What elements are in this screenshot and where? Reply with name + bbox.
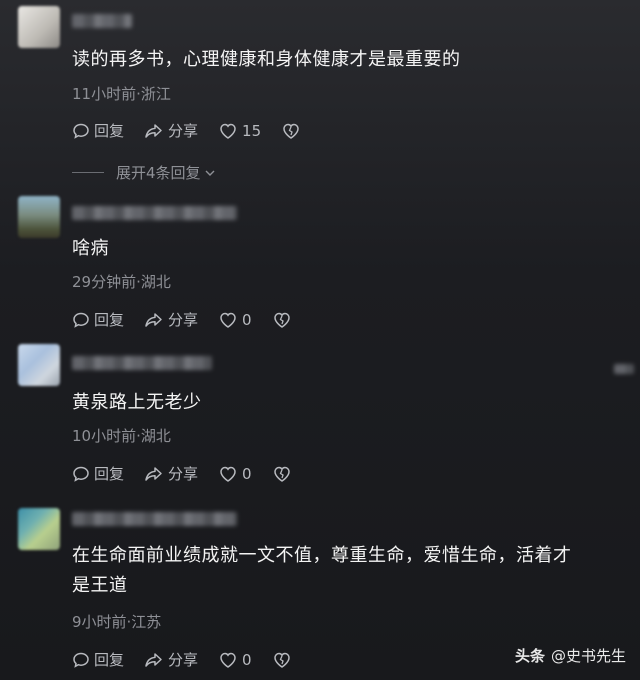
comment-meta: 29分钟前·湖北 [72, 273, 171, 291]
reply-icon [73, 312, 89, 328]
reply-icon [73, 123, 89, 139]
share-icon [145, 652, 162, 667]
chevron-down-icon [205, 170, 215, 176]
like-count: 0 [242, 310, 252, 329]
share-button[interactable]: 分享 [144, 649, 198, 670]
menu-blurred[interactable] [614, 364, 634, 374]
dislike-button[interactable] [272, 311, 296, 329]
heart-icon [220, 123, 236, 139]
reply-label: 回复 [94, 122, 125, 140]
comment-actions: 回复 分享 0 [72, 309, 316, 330]
username-blurred[interactable] [72, 206, 237, 220]
reply-button[interactable]: 回复 [72, 649, 124, 670]
heart-icon [220, 312, 236, 328]
share-label: 分享 [168, 465, 199, 483]
share-button[interactable]: 分享 [144, 463, 198, 484]
share-label: 分享 [168, 122, 199, 140]
broken-heart-icon [273, 312, 290, 328]
broken-heart-icon [283, 123, 299, 139]
heart-icon [220, 652, 236, 668]
broken-heart-icon [273, 652, 290, 668]
share-button[interactable]: 分享 [144, 309, 198, 330]
comment-meta: 10小时前·湖北 [72, 427, 171, 445]
avatar[interactable] [18, 6, 60, 48]
dislike-button[interactable] [281, 122, 305, 140]
watermark: 头条 @史书先生 [515, 645, 626, 666]
avatar[interactable] [18, 196, 60, 238]
divider [72, 172, 104, 173]
username-blurred[interactable] [72, 356, 212, 370]
dislike-button[interactable] [272, 465, 296, 483]
reply-button[interactable]: 回复 [72, 120, 124, 141]
expand-replies[interactable]: 展开4条回复 [72, 162, 217, 183]
comment-text: 读的再多书，心理健康和身体健康才是最重要的 [72, 49, 461, 70]
reply-button[interactable]: 回复 [72, 309, 124, 330]
watermark-brand: 头条 [514, 647, 545, 665]
comment-actions: 回复 分享 15 [72, 120, 325, 141]
share-icon [145, 312, 162, 327]
reply-icon [73, 652, 89, 668]
share-label: 分享 [168, 651, 199, 669]
share-button[interactable]: 分享 [144, 120, 198, 141]
heart-icon [220, 466, 236, 482]
like-button[interactable]: 0 [218, 311, 252, 329]
comment-actions: 回复 分享 0 [72, 649, 316, 670]
comment-meta: 9小时前·江苏 [72, 613, 162, 631]
comment-meta: 11小时前·浙江 [72, 85, 171, 103]
expand-replies-label: 展开4条回复 [116, 164, 201, 182]
comment-actions: 回复 分享 0 [72, 463, 316, 484]
like-count: 0 [242, 650, 252, 669]
watermark-handle: @史书先生 [550, 647, 626, 665]
comment-text-line-2: 是王道 [72, 575, 128, 596]
avatar[interactable] [18, 508, 60, 550]
like-button[interactable]: 0 [218, 465, 252, 483]
avatar[interactable] [18, 344, 60, 386]
comment-text: 在生命面前业绩成就一文不值，尊重生命，爱惜生命，活着才 是王道 [72, 541, 632, 601]
share-icon [145, 466, 162, 481]
reply-icon [73, 466, 89, 482]
share-label: 分享 [168, 311, 199, 329]
reply-label: 回复 [94, 465, 125, 483]
comment-text: 黄泉路上无老少 [72, 392, 202, 413]
like-button[interactable]: 0 [218, 651, 252, 669]
reply-label: 回复 [94, 311, 125, 329]
share-icon [145, 123, 162, 138]
username-blurred[interactable] [72, 14, 132, 28]
username-blurred[interactable] [72, 512, 237, 526]
like-count: 0 [242, 464, 252, 483]
reply-label: 回复 [94, 651, 125, 669]
like-button[interactable]: 15 [218, 122, 261, 140]
like-count: 15 [242, 121, 262, 140]
dislike-button[interactable] [272, 651, 296, 669]
broken-heart-icon [273, 466, 290, 482]
reply-button[interactable]: 回复 [72, 463, 124, 484]
comment-text: 啥病 [72, 238, 109, 259]
comment-text-line-1: 在生命面前业绩成就一文不值，尊重生命，爱惜生命，活着才 [72, 545, 572, 566]
